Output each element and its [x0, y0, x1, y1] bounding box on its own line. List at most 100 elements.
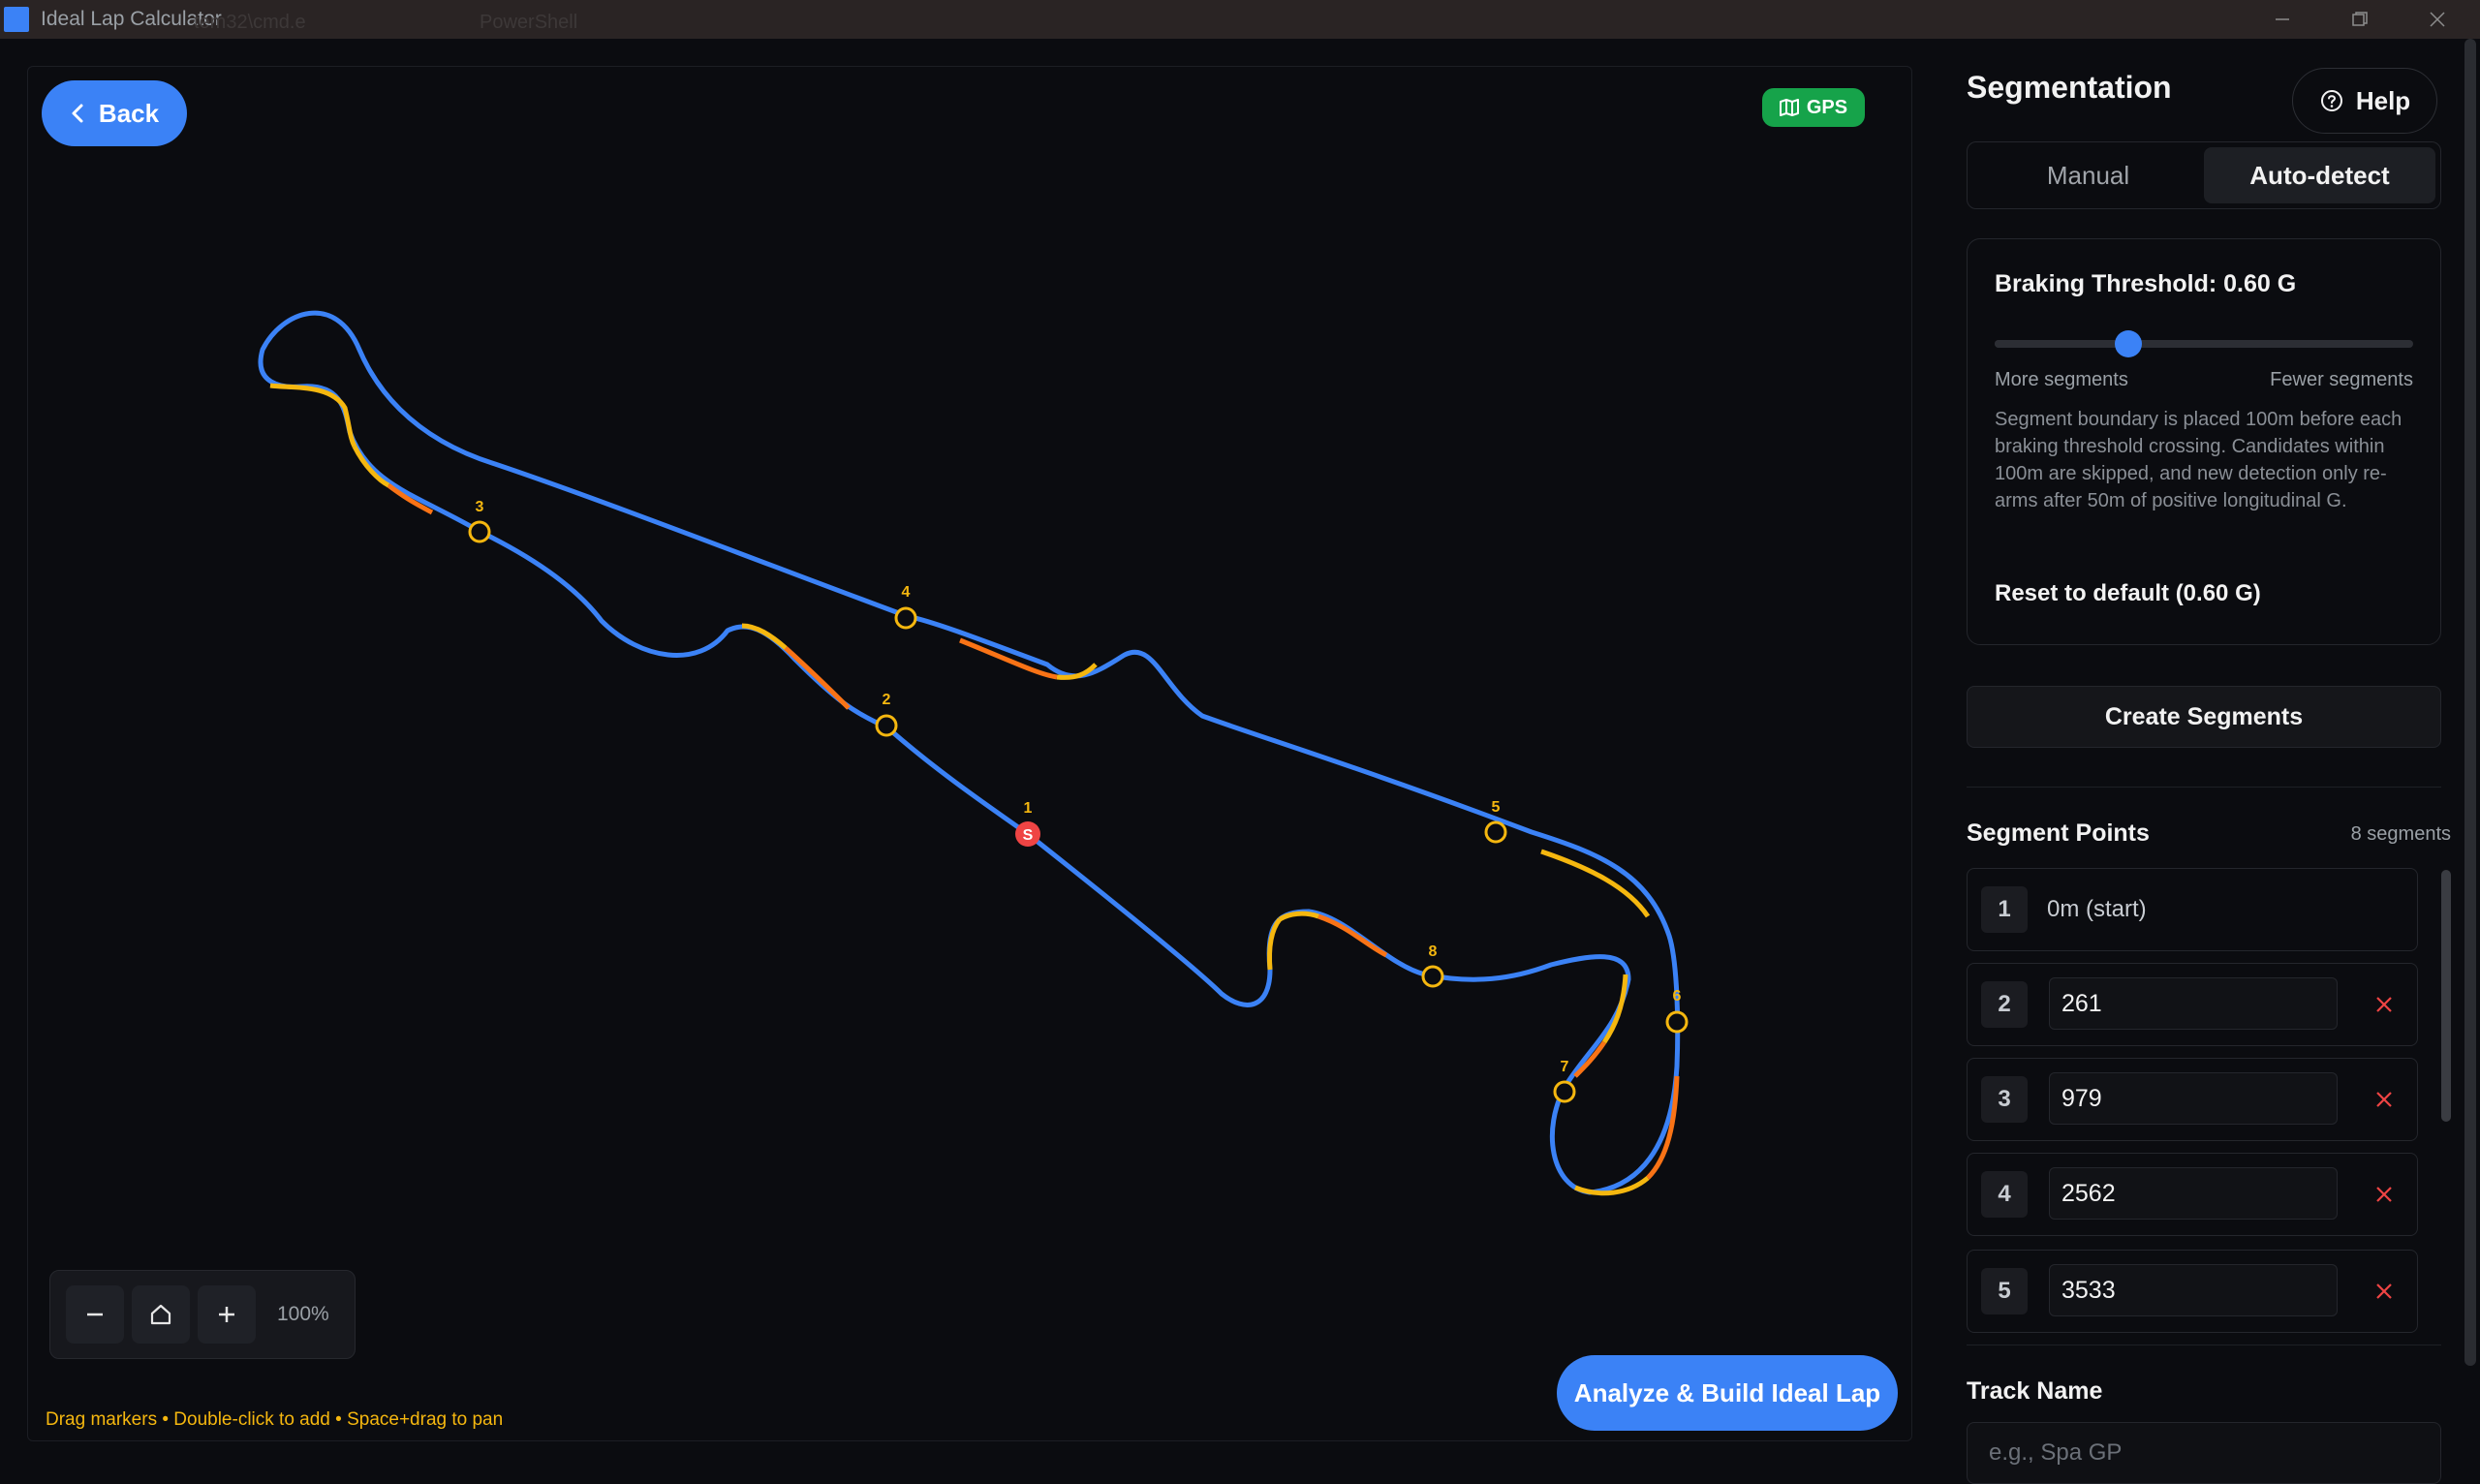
zoom-in-button[interactable]: [198, 1285, 256, 1344]
segment-row: 3: [1967, 1058, 2418, 1141]
segmentation-sidebar: Segmentation Help Manual Auto-detect Bra…: [1967, 39, 2451, 1484]
maximize-button[interactable]: [2321, 0, 2399, 39]
mode-tabs: Manual Auto-detect: [1967, 141, 2441, 209]
reset-default-button[interactable]: Reset to default (0.60 G): [1995, 580, 2261, 607]
segment-row: 4: [1967, 1153, 2418, 1236]
start-marker[interactable]: S 1: [1015, 800, 1040, 847]
svg-text:4: 4: [902, 584, 911, 601]
svg-text:8: 8: [1429, 943, 1438, 960]
brake-zone-8: [1267, 917, 1283, 971]
tab-manual[interactable]: Manual: [1972, 147, 2204, 203]
brake-zone-4: [959, 637, 1058, 680]
segment-list[interactable]: 1 0m (start) 2 3 4 5: [1967, 868, 2428, 1345]
zoom-controls: 100%: [49, 1270, 356, 1359]
svg-text:7: 7: [1561, 1059, 1569, 1075]
close-icon: [2376, 1187, 2392, 1202]
close-window-button[interactable]: [2399, 0, 2476, 39]
track-name-input[interactable]: [1967, 1422, 2441, 1484]
back-label: Back: [98, 98, 160, 128]
brake-zone-5: [1540, 849, 1651, 918]
help-button[interactable]: Help: [2292, 68, 2437, 134]
plus-icon: [219, 1307, 234, 1322]
sidebar-title: Segmentation: [1967, 70, 2172, 105]
segment-distance-input[interactable]: [2049, 1072, 2338, 1125]
help-icon: [2320, 90, 2342, 111]
segment-marker-3[interactable]: 3: [468, 499, 491, 543]
tab-auto-detect[interactable]: Auto-detect: [2204, 147, 2435, 203]
track-map[interactable]: 2 3 4 5 6 7 8 S 1 Back GPS 100% Drag mar…: [27, 66, 1912, 1441]
zoom-level: 100%: [277, 1303, 329, 1325]
delete-segment-button[interactable]: [2365, 1272, 2403, 1311]
segment-count: 8 segments: [2350, 823, 2451, 845]
title-bar: Ideal Lap Calculator tem32\cmd.e PowerSh…: [0, 0, 2480, 39]
divider: [1967, 787, 2441, 788]
slider-fill: [1995, 340, 2129, 348]
gps-badge: GPS: [1762, 88, 1865, 127]
delete-segment-button[interactable]: [2365, 1175, 2403, 1214]
create-segments-button[interactable]: Create Segments: [1967, 686, 2441, 748]
segment-row: 2: [1967, 963, 2418, 1046]
brake-zone-2: [387, 482, 434, 515]
segment-list-scrollbar[interactable]: [2441, 870, 2451, 1122]
minus-icon: [87, 1313, 103, 1316]
delete-segment-button[interactable]: [2365, 1080, 2403, 1119]
delete-segment-button[interactable]: [2365, 985, 2403, 1024]
brake-zone-8b: [1318, 913, 1388, 958]
restore-icon: [2352, 12, 2368, 26]
segment-distance-input[interactable]: [2049, 1167, 2338, 1220]
segment-marker-8[interactable]: 8: [1421, 943, 1444, 988]
back-button[interactable]: Back: [42, 80, 187, 146]
threshold-description: Segment boundary is placed 100m before e…: [1995, 409, 2402, 511]
minimize-icon: [2276, 18, 2289, 20]
segment-marker-4[interactable]: 4: [894, 584, 917, 630]
segment-distance-input[interactable]: [2049, 1264, 2338, 1316]
segment-number: 5: [1981, 1268, 2028, 1314]
threshold-slider[interactable]: [1995, 330, 2413, 357]
close-icon: [2376, 997, 2392, 1012]
analyze-build-button[interactable]: Analyze & Build Ideal Lap: [1557, 1355, 1898, 1431]
app-icon: [4, 7, 29, 32]
segment-number: 3: [1981, 1076, 2028, 1123]
brake-zone-1: [269, 383, 357, 448]
minimize-button[interactable]: [2244, 0, 2321, 39]
svg-text:1: 1: [1024, 800, 1033, 817]
svg-text:S: S: [1023, 827, 1034, 844]
segment-marker-2[interactable]: 2: [875, 692, 898, 737]
segment-row: 1 0m (start): [1967, 868, 2418, 951]
map-hint: Drag markers • Double-click to add • Spa…: [46, 1409, 504, 1430]
svg-text:5: 5: [1492, 799, 1501, 816]
brake-zone-3b: [784, 646, 851, 710]
map-icon: [1779, 99, 1799, 116]
background-tab-powershell: PowerShell: [480, 12, 578, 33]
brake-zone-8c: [1278, 911, 1319, 922]
zoom-out-button[interactable]: [66, 1285, 124, 1344]
gps-label: GPS: [1806, 96, 1848, 118]
slider-thumb[interactable]: [2115, 330, 2143, 357]
segment-number: 2: [1981, 981, 2028, 1028]
brake-zone-7b: [1573, 1040, 1607, 1078]
sidebar-scrollbar[interactable]: [2464, 39, 2476, 1366]
slider-min-label: More segments: [1995, 369, 2128, 390]
home-icon: [150, 1304, 171, 1325]
svg-text:6: 6: [1673, 988, 1682, 1005]
background-tab-cmd: tem32\cmd.e: [194, 12, 306, 33]
close-icon: [2430, 12, 2445, 27]
zoom-home-button[interactable]: [132, 1285, 190, 1344]
segment-number: 1: [1981, 886, 2028, 933]
track-layout[interactable]: 2 3 4 5 6 7 8 S 1: [28, 67, 1912, 1441]
threshold-card: Braking Threshold: 0.60 G More segments …: [1967, 238, 2441, 645]
slider-max-label: Fewer segments: [2270, 369, 2413, 390]
segment-row: 5: [1967, 1250, 2418, 1333]
segment-start-value: 0m (start): [2047, 896, 2147, 922]
track-name-label: Track Name: [1967, 1377, 2103, 1405]
segment-number: 4: [1981, 1171, 2028, 1218]
segment-points-title: Segment Points: [1967, 819, 2150, 847]
threshold-label: Braking Threshold: 0.60 G: [1995, 270, 2297, 297]
svg-text:2: 2: [883, 692, 891, 708]
segment-distance-input[interactable]: [2049, 977, 2338, 1030]
track-path: [258, 310, 1681, 1195]
help-label: Help: [2355, 85, 2411, 115]
svg-text:3: 3: [476, 499, 484, 515]
chevron-left-icon: [72, 104, 83, 123]
close-icon: [2376, 1283, 2392, 1299]
